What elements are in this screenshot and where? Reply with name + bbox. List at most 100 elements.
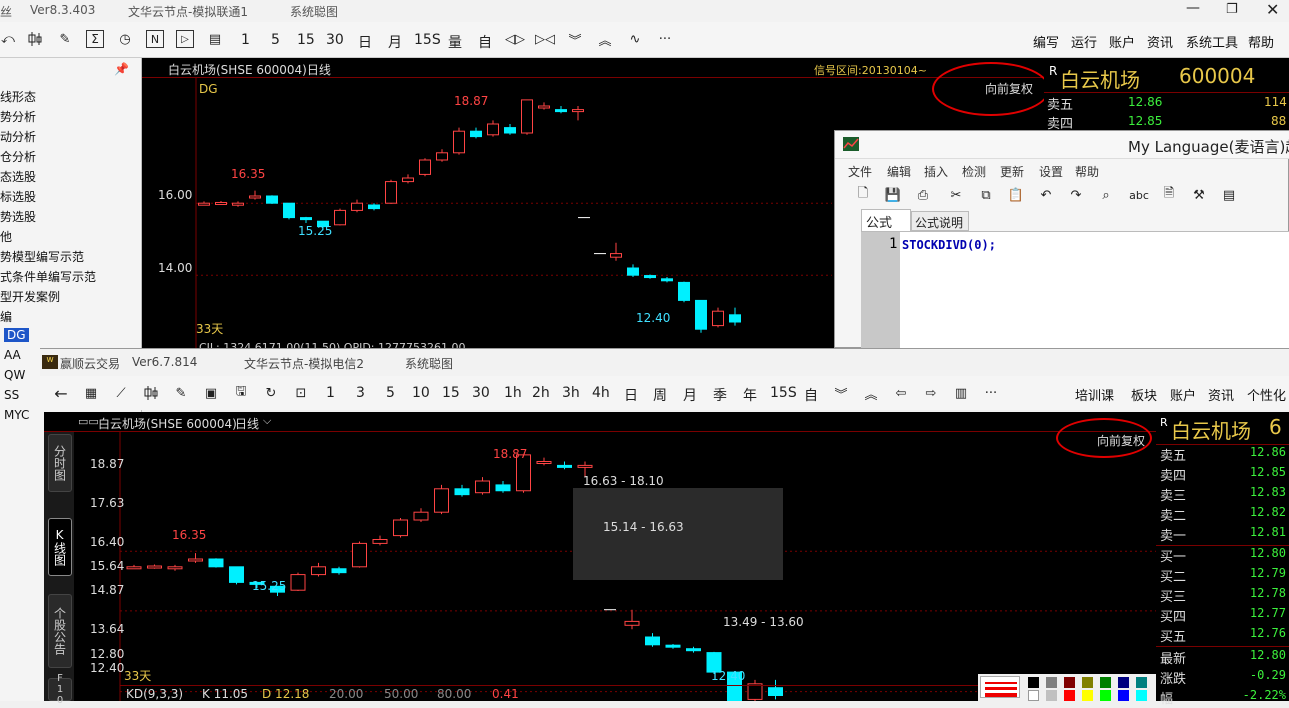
color-swatch[interactable] (1100, 690, 1111, 701)
period-button[interactable]: 3h (562, 385, 580, 401)
draw-tool-icon[interactable]: ✎ (56, 30, 74, 48)
tab-timeshare[interactable]: 分时图 (48, 434, 72, 492)
code-line[interactable]: STOCKDIVD(0); (902, 238, 996, 252)
paste-icon[interactable]: 📋 (1007, 186, 1025, 204)
chart-header-icon[interactable]: ▭▭ (78, 415, 99, 428)
candle-icon[interactable] (26, 30, 44, 48)
sidebar-item-selected[interactable]: DG (4, 328, 29, 342)
sidebar-item[interactable]: MYC (4, 408, 29, 422)
menu-news[interactable]: 资讯 (1147, 32, 1173, 51)
tab-formula-description[interactable]: 公式说明 (911, 211, 969, 231)
search-icon[interactable]: ⌕ (1097, 186, 1115, 204)
period-button[interactable]: 10 (412, 385, 430, 401)
sidebar-item[interactable]: 势模型编写示范 (0, 248, 84, 265)
color-swatch[interactable] (1136, 690, 1147, 701)
menu-run[interactable]: 运行 (1071, 32, 1097, 51)
undo-icon[interactable]: ↶ (1037, 186, 1055, 204)
kd-indicator-name[interactable]: KD(9,3,3) (126, 687, 183, 701)
menu-account[interactable]: 账户 (1170, 385, 1196, 404)
sidebar-item[interactable]: 势选股 (0, 208, 36, 225)
color-swatch[interactable] (1064, 677, 1075, 688)
period-button[interactable]: 15S (770, 385, 797, 401)
color-swatch[interactable] (1136, 677, 1147, 688)
period-button[interactable]: 1 (241, 32, 250, 48)
spellcheck-icon[interactable]: abc (1129, 186, 1149, 204)
sidebar-item[interactable]: 仓分析 (0, 148, 36, 165)
draw-tool-icon[interactable]: ✎ (172, 384, 190, 402)
color-swatch[interactable] (1118, 677, 1129, 688)
period-button[interactable]: 1 (326, 385, 335, 401)
arrow-left-icon[interactable]: ⇦ (892, 384, 910, 402)
sigma-icon[interactable]: Σ (86, 30, 104, 48)
mylang-menu-file[interactable]: 文件 (848, 163, 872, 180)
list-icon[interactable]: ▦ (82, 384, 100, 402)
pin-icon[interactable]: 📌 (114, 62, 129, 76)
mylang-menu-help[interactable]: 帮助 (1075, 163, 1099, 180)
color-swatch[interactable] (1046, 677, 1057, 688)
image-icon[interactable]: ▣ (202, 384, 220, 402)
refresh-icon[interactable]: ↻ (262, 384, 280, 402)
color-swatch[interactable] (1046, 690, 1057, 701)
period-button[interactable]: 2h (532, 385, 550, 401)
period-button[interactable]: 15S (414, 32, 441, 48)
sidebar-item[interactable]: 型开发案例 (0, 288, 60, 305)
sidebar-item[interactable]: 势分析 (0, 108, 36, 125)
mylang-menu-update[interactable]: 更新 (1000, 163, 1024, 180)
back-arrow-icon[interactable]: ⤺ (0, 30, 16, 48)
candle-icon[interactable] (142, 384, 160, 402)
color-swatch[interactable] (1082, 677, 1093, 688)
minimize-icon[interactable]: — (1186, 0, 1200, 16)
chevron-down-icon[interactable]: ⌵ (263, 414, 271, 428)
period-button[interactable]: 年 (743, 385, 757, 405)
color-swatch[interactable] (1028, 677, 1039, 688)
sidebar-item[interactable]: 编 (0, 308, 12, 325)
period-button[interactable]: 5 (386, 385, 395, 401)
collapse-icon[interactable]: ▷◁ (535, 30, 555, 48)
layout-icon[interactable]: ▥ (952, 384, 970, 402)
period-button[interactable]: 30 (326, 32, 344, 48)
sidebar-item[interactable]: AA (4, 348, 21, 362)
tab-announcements[interactable]: 个股公告 (48, 594, 72, 668)
tab-f10[interactable]: F10 (48, 673, 72, 706)
sidebar-item[interactable]: SS (4, 388, 19, 402)
sidebar-item[interactable]: 标选股 (0, 188, 36, 205)
tab-kline[interactable]: K线图 (48, 518, 72, 576)
menu-news[interactable]: 资讯 (1208, 385, 1234, 404)
restore-label[interactable]: 向前复权 (985, 80, 1033, 97)
code-editor[interactable]: 1 STOCKDIVD(0); (861, 231, 1289, 350)
chevron-down-icon[interactable]: ︾ (566, 30, 584, 49)
period-button[interactable]: 3 (356, 385, 365, 401)
more-icon[interactable]: ··· (656, 30, 674, 48)
color-swatch[interactable] (1028, 690, 1039, 701)
period-button[interactable]: 15 (297, 32, 315, 48)
back-title-menu[interactable]: 系统聪图 (290, 3, 338, 20)
period-button[interactable]: 日 (358, 32, 372, 52)
tools-icon[interactable]: ⚒ (1190, 186, 1208, 204)
period-button[interactable]: 日 (624, 385, 638, 405)
color-swatch[interactable] (1118, 690, 1129, 701)
mylang-menu-settings[interactable]: 设置 (1039, 163, 1063, 180)
copy-icon[interactable]: ⧉ (977, 186, 995, 204)
menu-sector[interactable]: 板块 (1131, 385, 1157, 404)
restore-icon[interactable]: ❐ (1226, 2, 1238, 17)
front-kline-chart[interactable]: ▭▭ 白云机场(SHSE 600004) 日线 ⌵ 18.87 17.63 16… (44, 412, 1156, 701)
print-icon[interactable]: ⎙ (914, 186, 932, 204)
sidebar-item[interactable]: 态选股 (0, 168, 36, 185)
period-button[interactable]: 月 (683, 385, 697, 405)
compile-icon[interactable]: 🗎 (1160, 186, 1178, 204)
clock-icon[interactable]: ◷ (116, 30, 134, 48)
wave-icon[interactable]: ∿ (626, 30, 644, 48)
close-icon[interactable]: ✕ (1266, 0, 1279, 19)
menu-training[interactable]: 培训课 (1075, 385, 1114, 404)
menu-system-tools[interactable]: 系统工具 (1186, 32, 1238, 51)
period-button[interactable]: 周 (653, 385, 667, 405)
period-button[interactable]: 4h (592, 385, 610, 401)
menu-help[interactable]: 帮助 (1248, 32, 1274, 51)
restore-label[interactable]: 向前复权 (1097, 432, 1145, 449)
mylang-menu-edit[interactable]: 编辑 (887, 163, 911, 180)
n-icon[interactable]: N (146, 30, 164, 48)
period-button[interactable]: 月 (388, 32, 402, 52)
trend-icon[interactable]: ⊡ (292, 384, 310, 402)
custom-button[interactable]: 自 (478, 32, 492, 52)
period-button[interactable]: 季 (713, 385, 727, 405)
